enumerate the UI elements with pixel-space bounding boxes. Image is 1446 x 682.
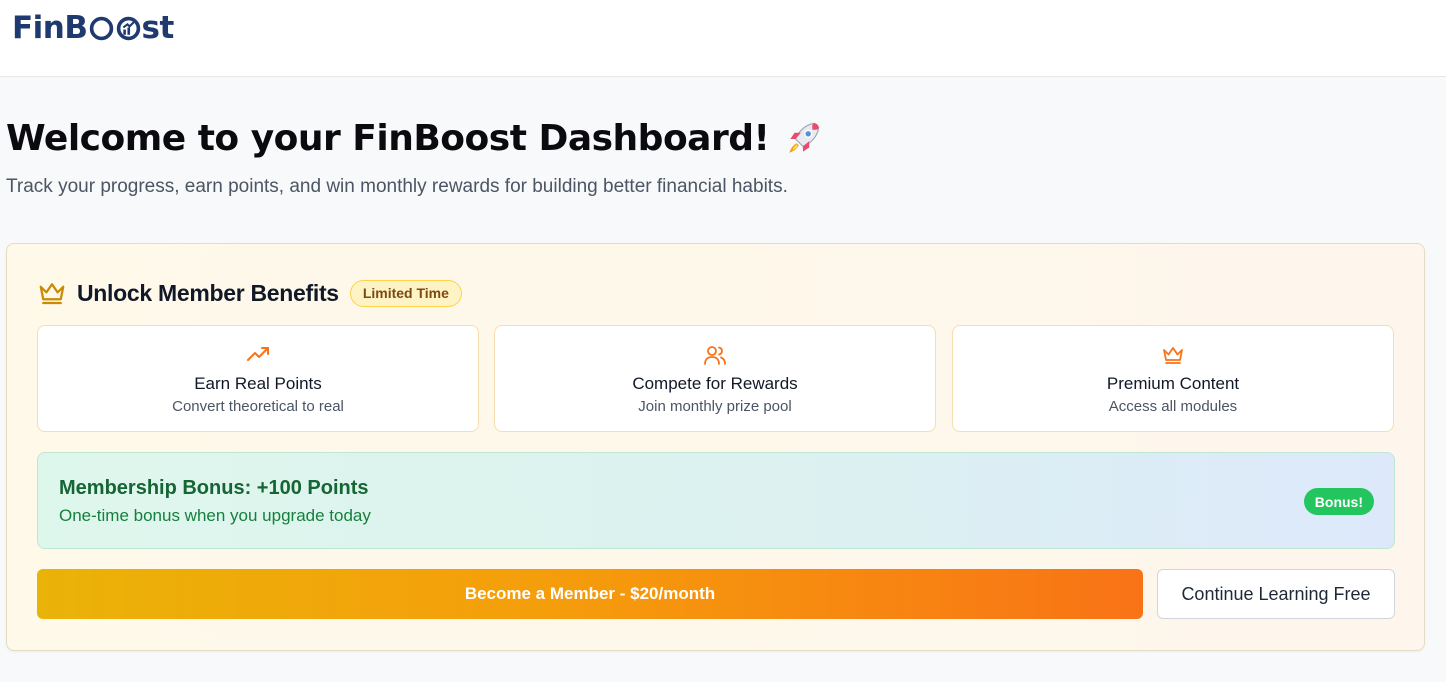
benefit-earn-real-points: Earn Real Points Convert theoretical to … [37,325,479,432]
logo-o-icon [89,16,113,40]
rocket-icon [789,122,820,153]
limited-time-badge: Limited Time [349,279,462,307]
crown-icon [39,283,65,305]
trending-up-icon [247,347,269,361]
benefit-title: Earn Real Points [194,374,322,393]
top-navbar: FinB st [0,0,1446,77]
membership-card-title: Unlock Member Benefits [77,279,339,306]
bonus-title: Membership Bonus: +100 Points [59,477,369,499]
users-icon [704,346,726,365]
benefit-subtitle: Access all modules [1108,398,1238,415]
crown-icon [1163,347,1183,364]
logo-growth-icon [116,16,140,40]
membership-card-header: Unlock Member Benefits Limited Time [37,278,462,308]
page-subtitle: Track your progress, earn points, and wi… [6,176,788,197]
benefit-compete-for-rewards: Compete for Rewards Join monthly prize p… [494,325,936,432]
continue-learning-free-button[interactable]: Continue Learning Free [1157,569,1395,619]
benefit-title: Compete for Rewards [632,374,798,393]
benefit-subtitle: Convert theoretical to real [172,398,344,415]
page-title: Welcome to your FinBoost Dashboard! [6,117,825,159]
become-member-button[interactable]: Become a Member - $20/month [37,569,1143,619]
benefits-grid: Earn Real Points Convert theoretical to … [37,325,1395,433]
benefit-premium-content: Premium Content Access all modules [952,325,1394,432]
logo-text-prefix: FinB [12,10,88,46]
membership-bonus-banner: Membership Bonus: +100 Points One-time b… [37,452,1395,549]
bonus-badge: Bonus! [1303,488,1374,515]
membership-card: Unlock Member Benefits Limited Time Earn… [6,243,1425,651]
benefit-title: Premium Content [1106,374,1240,393]
page-title-text: Welcome to your FinBoost Dashboard! [6,117,770,159]
bonus-subtitle: One-time bonus when you upgrade today [59,506,371,525]
logo-text-suffix: st [141,10,175,46]
finboost-logo[interactable]: FinB st [12,8,174,48]
benefit-subtitle: Join monthly prize pool [638,398,792,415]
